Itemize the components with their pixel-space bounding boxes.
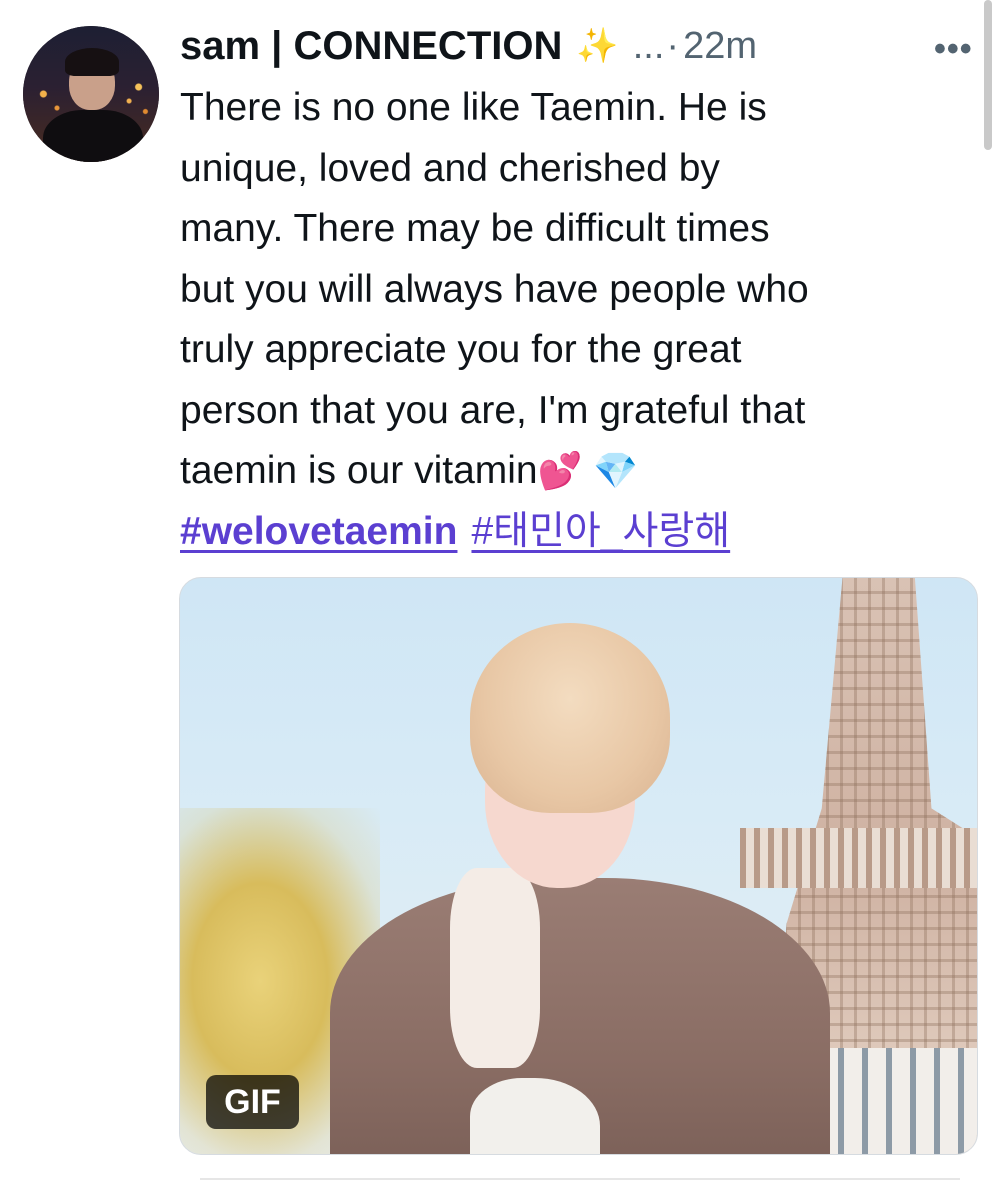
tweet-text-line: truly appreciate you for the great [180,328,742,371]
tweet-text-line: many. There may be difficult times [180,207,770,250]
tweet-text-line: unique, loved and cherished by [180,146,720,190]
meta-separator: · [666,24,680,67]
hashtag-taemin-love[interactable]: #태민아_사랑해 [471,510,730,553]
tweet-text-line: but you will always have people who [180,267,809,311]
tweet-text-line: There is no one like Taemin. He is [180,86,767,129]
gif-badge: GIF [206,1075,299,1129]
hashtag-welovetaemin[interactable]: #welovetaemin [180,510,457,553]
divider [200,1178,960,1180]
two-hearts-icon: 💕 [537,450,583,491]
tweet-text-line: taemin is our vitamin [180,449,538,492]
more-options-icon[interactable]: ••• [934,30,973,69]
avatar-hair [65,48,119,76]
gem-icon: 💎 [593,450,639,491]
tweet-text-last-line: taemin is our vitamin💕 💎 [180,441,980,502]
tweet[interactable]: sam | CONNECTION ✨ ... · 22m ••• There i… [0,0,1000,1182]
tweet-text-line: person that you are, I'm grateful that [180,388,806,432]
media-person-collar [450,868,540,1068]
media-building [820,1048,977,1154]
timestamp[interactable]: 22m [683,25,757,68]
media-tower-deck [740,828,977,888]
avatar[interactable] [23,26,159,162]
hashtag-line: #welovetaemin #태민아_사랑해 [180,502,980,563]
tweet-text: There is no one like Taemin. He is uniqu… [180,78,980,562]
media-person-hair [470,623,670,813]
sparkles-icon: ✨ [576,27,619,65]
avatar-coat [43,110,143,162]
scrollbar[interactable] [984,0,992,150]
gif-media[interactable]: GIF [179,577,978,1155]
display-name[interactable]: sam | CONNECTION [180,24,562,69]
tweet-header: sam | CONNECTION ✨ ... · 22m [180,22,980,70]
handle-truncation: ... [632,24,665,67]
